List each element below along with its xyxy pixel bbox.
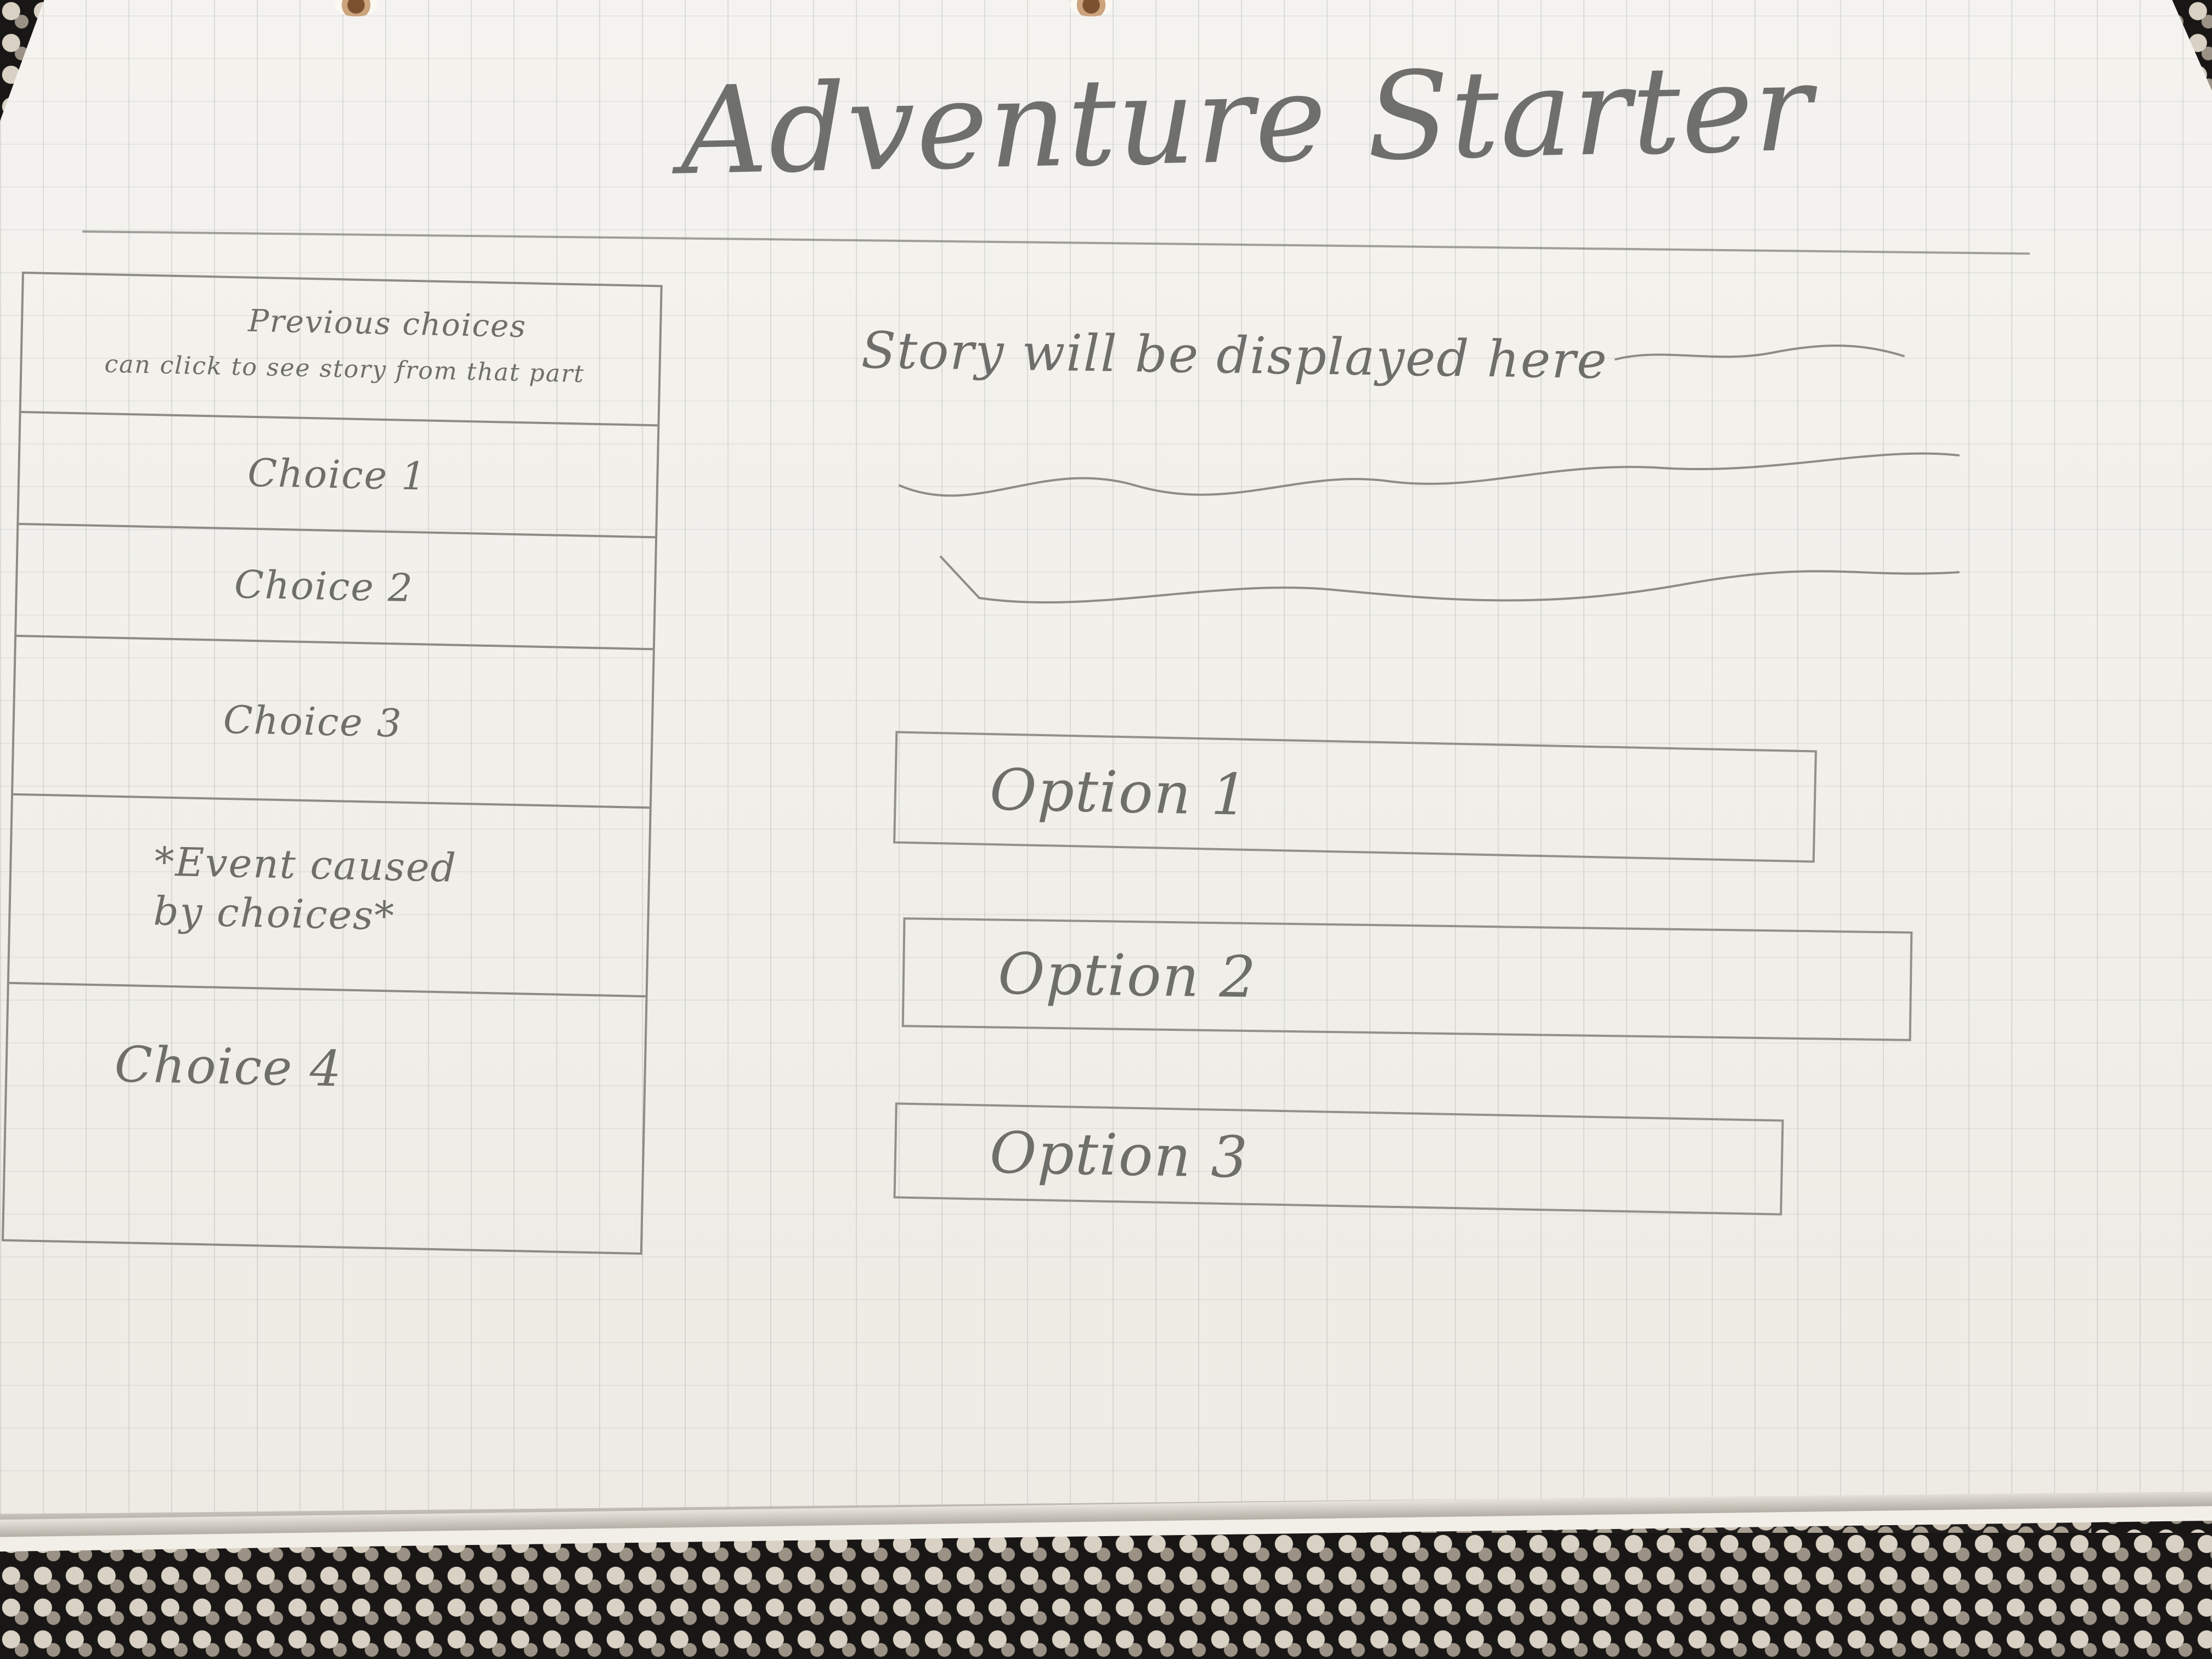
option-label: Option 1: [989, 755, 1250, 828]
binder-hole-right: [1070, 0, 1113, 16]
sidebar-item-choice-3[interactable]: Choice 3: [13, 636, 653, 809]
binder-hole-left: [335, 0, 377, 16]
page-title: Adventure Starter: [679, 37, 1814, 202]
previous-choices-sidebar: Previous choices can click to see story …: [1, 272, 663, 1255]
header-divider: [82, 230, 2030, 255]
sidebar-item-choice-2[interactable]: Choice 2: [16, 524, 656, 651]
sidebar-subtitle: can click to see story from that part: [104, 350, 585, 388]
sidebar-title: Previous choices: [247, 303, 527, 345]
sidebar-header: Previous choices can click to see story …: [21, 274, 661, 427]
event-label: *Event caused by choices*: [153, 838, 458, 939]
option-1-button[interactable]: Option 1: [893, 731, 1817, 863]
option-2-button[interactable]: Option 2: [901, 917, 1913, 1041]
option-3-button[interactable]: Option 3: [893, 1102, 1784, 1216]
sketch-sheet: Adventure Starter Previous choices can c…: [0, 0, 2212, 1514]
sidebar-item-label: Choice 1: [247, 450, 427, 499]
story-display-area: Story will be displayed here: [861, 321, 1986, 716]
background-rug-bottom: [0, 1533, 2212, 1659]
sidebar-item-label: Choice 2: [234, 562, 414, 611]
sidebar-event-item: *Event caused by choices*: [9, 795, 650, 998]
option-label: Option 3: [989, 1119, 1249, 1191]
sidebar-item-label: Choice 4: [114, 1035, 343, 1098]
sidebar-item-choice-4[interactable]: Choice 4: [6, 984, 646, 1154]
story-scribble-lines: [899, 345, 1960, 604]
sidebar-item-choice-1[interactable]: Choice 1: [19, 413, 658, 539]
option-label: Option 2: [997, 940, 1257, 1011]
sidebar-item-label: Choice 3: [223, 697, 403, 746]
